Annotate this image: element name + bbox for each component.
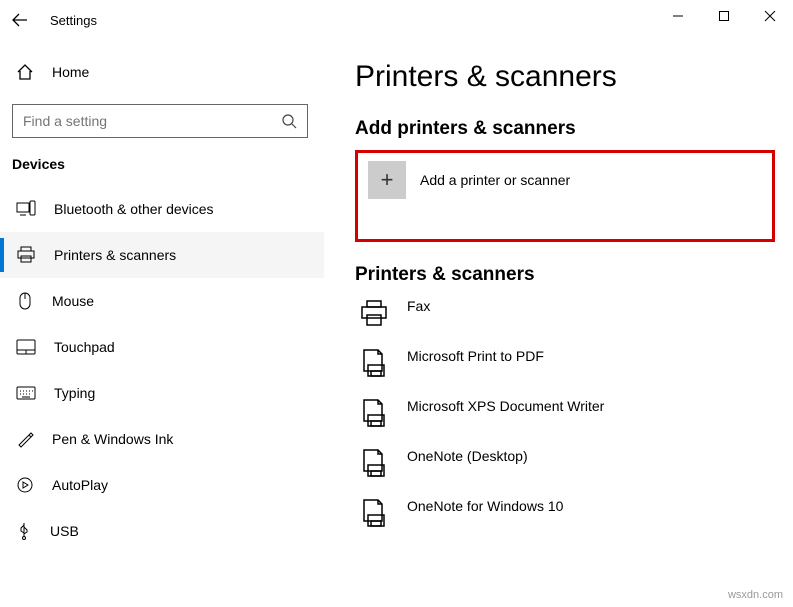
keyboard-icon [16,386,36,400]
devices-section-title: Printers & scanners [355,264,793,286]
sidebar-item-bluetooth[interactable]: Bluetooth & other devices [0,186,324,232]
home-icon [16,63,34,81]
sidebar-item-label: Pen & Windows Ink [52,431,173,447]
sidebar-section-title: Devices [0,156,324,172]
device-label: Microsoft XPS Document Writer [407,396,604,414]
sidebar-item-printers[interactable]: Printers & scanners [0,232,324,278]
plus-icon: + [368,161,406,199]
add-printer-button[interactable]: + Add a printer or scanner [368,161,762,199]
titlebar: Settings [0,0,793,40]
autoplay-icon [16,476,34,494]
page-title: Printers & scanners [355,60,793,94]
home-label: Home [52,64,89,80]
device-list: Fax Microsoft Print to PDF Microsoft XPS… [355,296,793,532]
back-button[interactable] [0,0,40,40]
sidebar-item-label: Typing [54,385,95,401]
sidebar-item-usb[interactable]: USB [0,508,324,554]
devices-icon [16,200,36,218]
page-printer-icon [355,446,393,482]
add-section-title: Add printers & scanners [355,118,793,140]
sidebar-item-touchpad[interactable]: Touchpad [0,324,324,370]
page-printer-icon [355,496,393,532]
add-printer-label: Add a printer or scanner [420,172,570,188]
device-label: Fax [407,296,430,314]
device-item-fax[interactable]: Fax [355,296,793,332]
close-button[interactable] [747,0,793,32]
sidebar-item-label: Mouse [52,293,94,309]
device-item-onenote-desktop[interactable]: OneNote (Desktop) [355,446,793,482]
home-nav[interactable]: Home [0,52,324,92]
sidebar-item-autoplay[interactable]: AutoPlay [0,462,324,508]
highlighted-add-region: + Add a printer or scanner [355,150,775,242]
app-title: Settings [50,13,97,28]
page-printer-icon [355,396,393,432]
search-box[interactable] [12,104,308,138]
search-input[interactable] [23,113,281,129]
maximize-icon [718,10,730,22]
device-item-onenote-w10[interactable]: OneNote for Windows 10 [355,496,793,532]
main-panel: Printers & scanners Add printers & scann… [325,40,793,607]
page-printer-icon [355,346,393,382]
sidebar-item-mouse[interactable]: Mouse [0,278,324,324]
sidebar-item-typing[interactable]: Typing [0,370,324,416]
sidebar-item-label: Printers & scanners [54,247,176,263]
close-icon [764,10,776,22]
device-label: Microsoft Print to PDF [407,346,544,364]
printer-icon [16,246,36,264]
minimize-icon [672,10,684,22]
back-arrow-icon [12,12,28,28]
mouse-icon [16,292,34,310]
maximize-button[interactable] [701,0,747,32]
touchpad-icon [16,339,36,355]
sidebar: Home Devices Bluetooth & other devices P… [0,40,325,607]
device-label: OneNote (Desktop) [407,446,528,464]
pen-icon [16,430,34,448]
sidebar-item-pen[interactable]: Pen & Windows Ink [0,416,324,462]
sidebar-item-label: AutoPlay [52,477,108,493]
search-icon [281,113,297,129]
watermark: wsxdn.com [728,589,783,601]
sidebar-item-label: USB [50,523,79,539]
device-item-xps[interactable]: Microsoft XPS Document Writer [355,396,793,432]
device-label: OneNote for Windows 10 [407,496,563,514]
window-controls [655,0,793,32]
device-item-print-pdf[interactable]: Microsoft Print to PDF [355,346,793,382]
minimize-button[interactable] [655,0,701,32]
usb-icon [16,522,32,540]
sidebar-item-label: Bluetooth & other devices [54,201,214,217]
printer-icon [355,296,393,332]
sidebar-item-label: Touchpad [54,339,115,355]
